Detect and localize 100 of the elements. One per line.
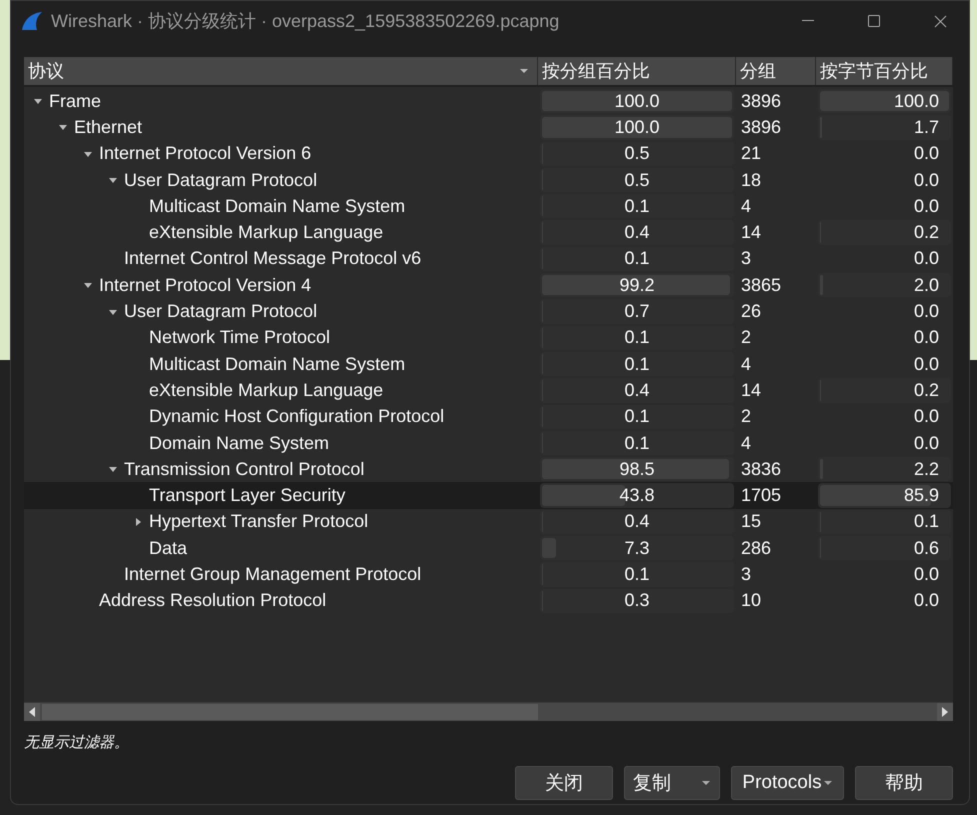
protocol-name: Internet Control Message Protocol v6 bbox=[124, 248, 422, 270]
tree-row[interactable]: Domain Name System 0.1 4 0.0 bbox=[24, 430, 953, 456]
table-cell: 2 bbox=[741, 327, 752, 348]
close-icon[interactable] bbox=[934, 14, 946, 28]
protocol-name: Data bbox=[149, 538, 188, 559]
table-cell: 0.5 bbox=[624, 170, 650, 191]
tree-row[interactable]: Internet Protocol Version 4 99.2 3865 2.0 bbox=[24, 272, 953, 298]
table-cell: 1705 bbox=[741, 485, 782, 506]
table-cell: 0.0 bbox=[914, 196, 939, 217]
table-cell: 0.5 bbox=[624, 143, 650, 164]
dialog-button[interactable]: 关闭 bbox=[515, 766, 613, 800]
tree-row[interactable]: Network Time Protocol 0.1 2 0.0 bbox=[24, 324, 953, 351]
table-cell: 18 bbox=[741, 170, 762, 191]
tree-row[interactable]: Ethernet 100.0 3896 1.7 bbox=[24, 114, 953, 141]
caret-icon bbox=[822, 780, 833, 786]
horizontal-scrollbar[interactable] bbox=[24, 702, 953, 721]
table-cell: 0.0 bbox=[914, 406, 939, 428]
table-cell: 100.0 bbox=[894, 90, 939, 112]
maximize-icon[interactable] bbox=[868, 15, 880, 27]
table-cell: 14 bbox=[741, 222, 762, 244]
table-cell: 14 bbox=[741, 380, 762, 401]
table-cell: 0.0 bbox=[914, 327, 939, 348]
protocol-name: Multicast Domain Name System bbox=[149, 196, 406, 217]
table-cell: 2.0 bbox=[914, 274, 939, 296]
tree-row[interactable]: User Datagram Protocol 0.5 18 0.0 bbox=[24, 166, 953, 194]
minimize-icon[interactable] bbox=[802, 20, 814, 22]
table-cell: 21 bbox=[741, 143, 762, 164]
tree-row[interactable]: Transmission Control Protocol 98.5 3836 2.2 bbox=[24, 456, 953, 482]
column-header[interactable]: 按字节百分比 bbox=[816, 57, 953, 85]
table-cell: 0.2 bbox=[914, 380, 939, 401]
tree-row[interactable]: Internet Group Management Protocol 0.1 3 0.0 bbox=[24, 561, 953, 588]
tree-row[interactable]: eXtensible Markup Language 0.4 14 0.2 bbox=[24, 219, 953, 246]
protocol-name: Ethernet bbox=[74, 116, 142, 138]
protocol-name: Transmission Control Protocol bbox=[124, 458, 364, 480]
protocol-name: Address Resolution Protocol bbox=[99, 590, 326, 612]
table-cell: 0.7 bbox=[624, 301, 650, 322]
tree-row[interactable]: Internet Control Message Protocol v6 0.1 3 0.0 bbox=[24, 246, 953, 272]
shark-fin-icon bbox=[21, 11, 43, 31]
table-cell: 0.3 bbox=[624, 590, 650, 612]
table-cell: 0.1 bbox=[624, 432, 650, 454]
table-cell: 26 bbox=[741, 301, 762, 322]
table-cell: 3 bbox=[741, 248, 752, 270]
table-cell: 0.6 bbox=[914, 538, 939, 559]
table-cell: 0.0 bbox=[914, 432, 939, 454]
filter-status: 无显示过滤器。 bbox=[24, 733, 130, 752]
protocol-name: Hypertext Transfer Protocol bbox=[149, 511, 368, 532]
protocol-name: User Datagram Protocol bbox=[124, 170, 318, 191]
tree-row[interactable]: Dynamic Host Configuration Protocol 0.1 2 0.0 bbox=[24, 404, 953, 430]
tree-row[interactable]: Multicast Domain Name System 0.1 4 0.0 bbox=[24, 350, 953, 378]
left-arrow-icon[interactable] bbox=[29, 707, 35, 717]
table-cell: 0.0 bbox=[914, 564, 939, 585]
table-cell: 0.1 bbox=[624, 248, 650, 270]
table-cell: 4 bbox=[741, 196, 752, 217]
column-header[interactable]: 协议 bbox=[24, 57, 538, 85]
table-cell: 2 bbox=[741, 406, 752, 428]
table-cell: 0.1 bbox=[624, 406, 650, 428]
sort-caret-icon bbox=[519, 68, 529, 74]
tree-row[interactable]: User Datagram Protocol 0.7 26 0.0 bbox=[24, 298, 953, 325]
protocol-name: Dynamic Host Configuration Protocol bbox=[149, 406, 444, 428]
protocol-name: Frame bbox=[49, 90, 102, 112]
table-cell: 43.8 bbox=[619, 485, 655, 506]
tree-row[interactable]: Multicast Domain Name System 0.1 4 0.0 bbox=[24, 193, 953, 220]
tree-row[interactable]: Hypertext Transfer Protocol 0.4 15 0.1 bbox=[24, 508, 953, 536]
protocol-name: User Datagram Protocol bbox=[124, 301, 318, 322]
menu-button[interactable]: Protocols bbox=[731, 766, 844, 800]
right-arrow-icon[interactable] bbox=[942, 707, 948, 717]
table-cell: 0.0 bbox=[914, 143, 939, 164]
table-cell: 4 bbox=[741, 354, 752, 375]
column-header[interactable]: 分组 bbox=[736, 57, 816, 85]
protocol-name: eXtensible Markup Language bbox=[149, 222, 384, 244]
protocol-name: Internet Protocol Version 6 bbox=[99, 143, 312, 164]
table-cell: 1.7 bbox=[914, 116, 939, 138]
table-cell: 0.4 bbox=[624, 222, 650, 244]
window-title: Wireshark · 协议分级统计 · overpass2_1595383502269.pcapng bbox=[51, 10, 560, 33]
tree-row[interactable]: Transport Layer Security 43.8 1705 85.9 bbox=[24, 482, 953, 509]
protocol-name: eXtensible Markup Language bbox=[149, 380, 384, 401]
tree-row[interactable]: Frame 100.0 3896 100.0 bbox=[24, 88, 953, 114]
table-cell: 3 bbox=[741, 564, 752, 585]
tree-row[interactable]: Internet Protocol Version 6 0.5 21 0.0 bbox=[24, 140, 953, 167]
table-cell: 0.0 bbox=[914, 590, 939, 612]
copy-button[interactable]: 复制 bbox=[624, 766, 720, 800]
tree-row[interactable]: eXtensible Markup Language 0.4 14 0.2 bbox=[24, 377, 953, 404]
dialog-button[interactable]: 帮助 bbox=[855, 766, 953, 800]
protocol-name: Multicast Domain Name System bbox=[149, 354, 406, 375]
table-cell: 4 bbox=[741, 432, 752, 454]
column-header[interactable]: 按分组百分比 bbox=[538, 57, 736, 85]
table-cell: 0.0 bbox=[914, 354, 939, 375]
protocol-name: Domain Name System bbox=[149, 432, 330, 454]
tree-row[interactable]: Data 7.3 286 0.6 bbox=[24, 535, 953, 562]
protocol-name: Network Time Protocol bbox=[149, 327, 330, 348]
table-cell: 85.9 bbox=[904, 485, 939, 506]
table-cell: 0.0 bbox=[914, 170, 939, 191]
tree-row[interactable]: Address Resolution Protocol 0.3 10 0.0 bbox=[24, 588, 953, 614]
table-cell: 99.2 bbox=[619, 274, 655, 296]
table-cell: 0.2 bbox=[914, 222, 939, 244]
protocol-name: Transport Layer Security bbox=[149, 485, 346, 506]
caret-icon bbox=[701, 780, 711, 786]
table-cell: 3896 bbox=[741, 116, 782, 138]
table-cell: 10 bbox=[741, 590, 762, 612]
table-cell: 100.0 bbox=[614, 90, 660, 112]
